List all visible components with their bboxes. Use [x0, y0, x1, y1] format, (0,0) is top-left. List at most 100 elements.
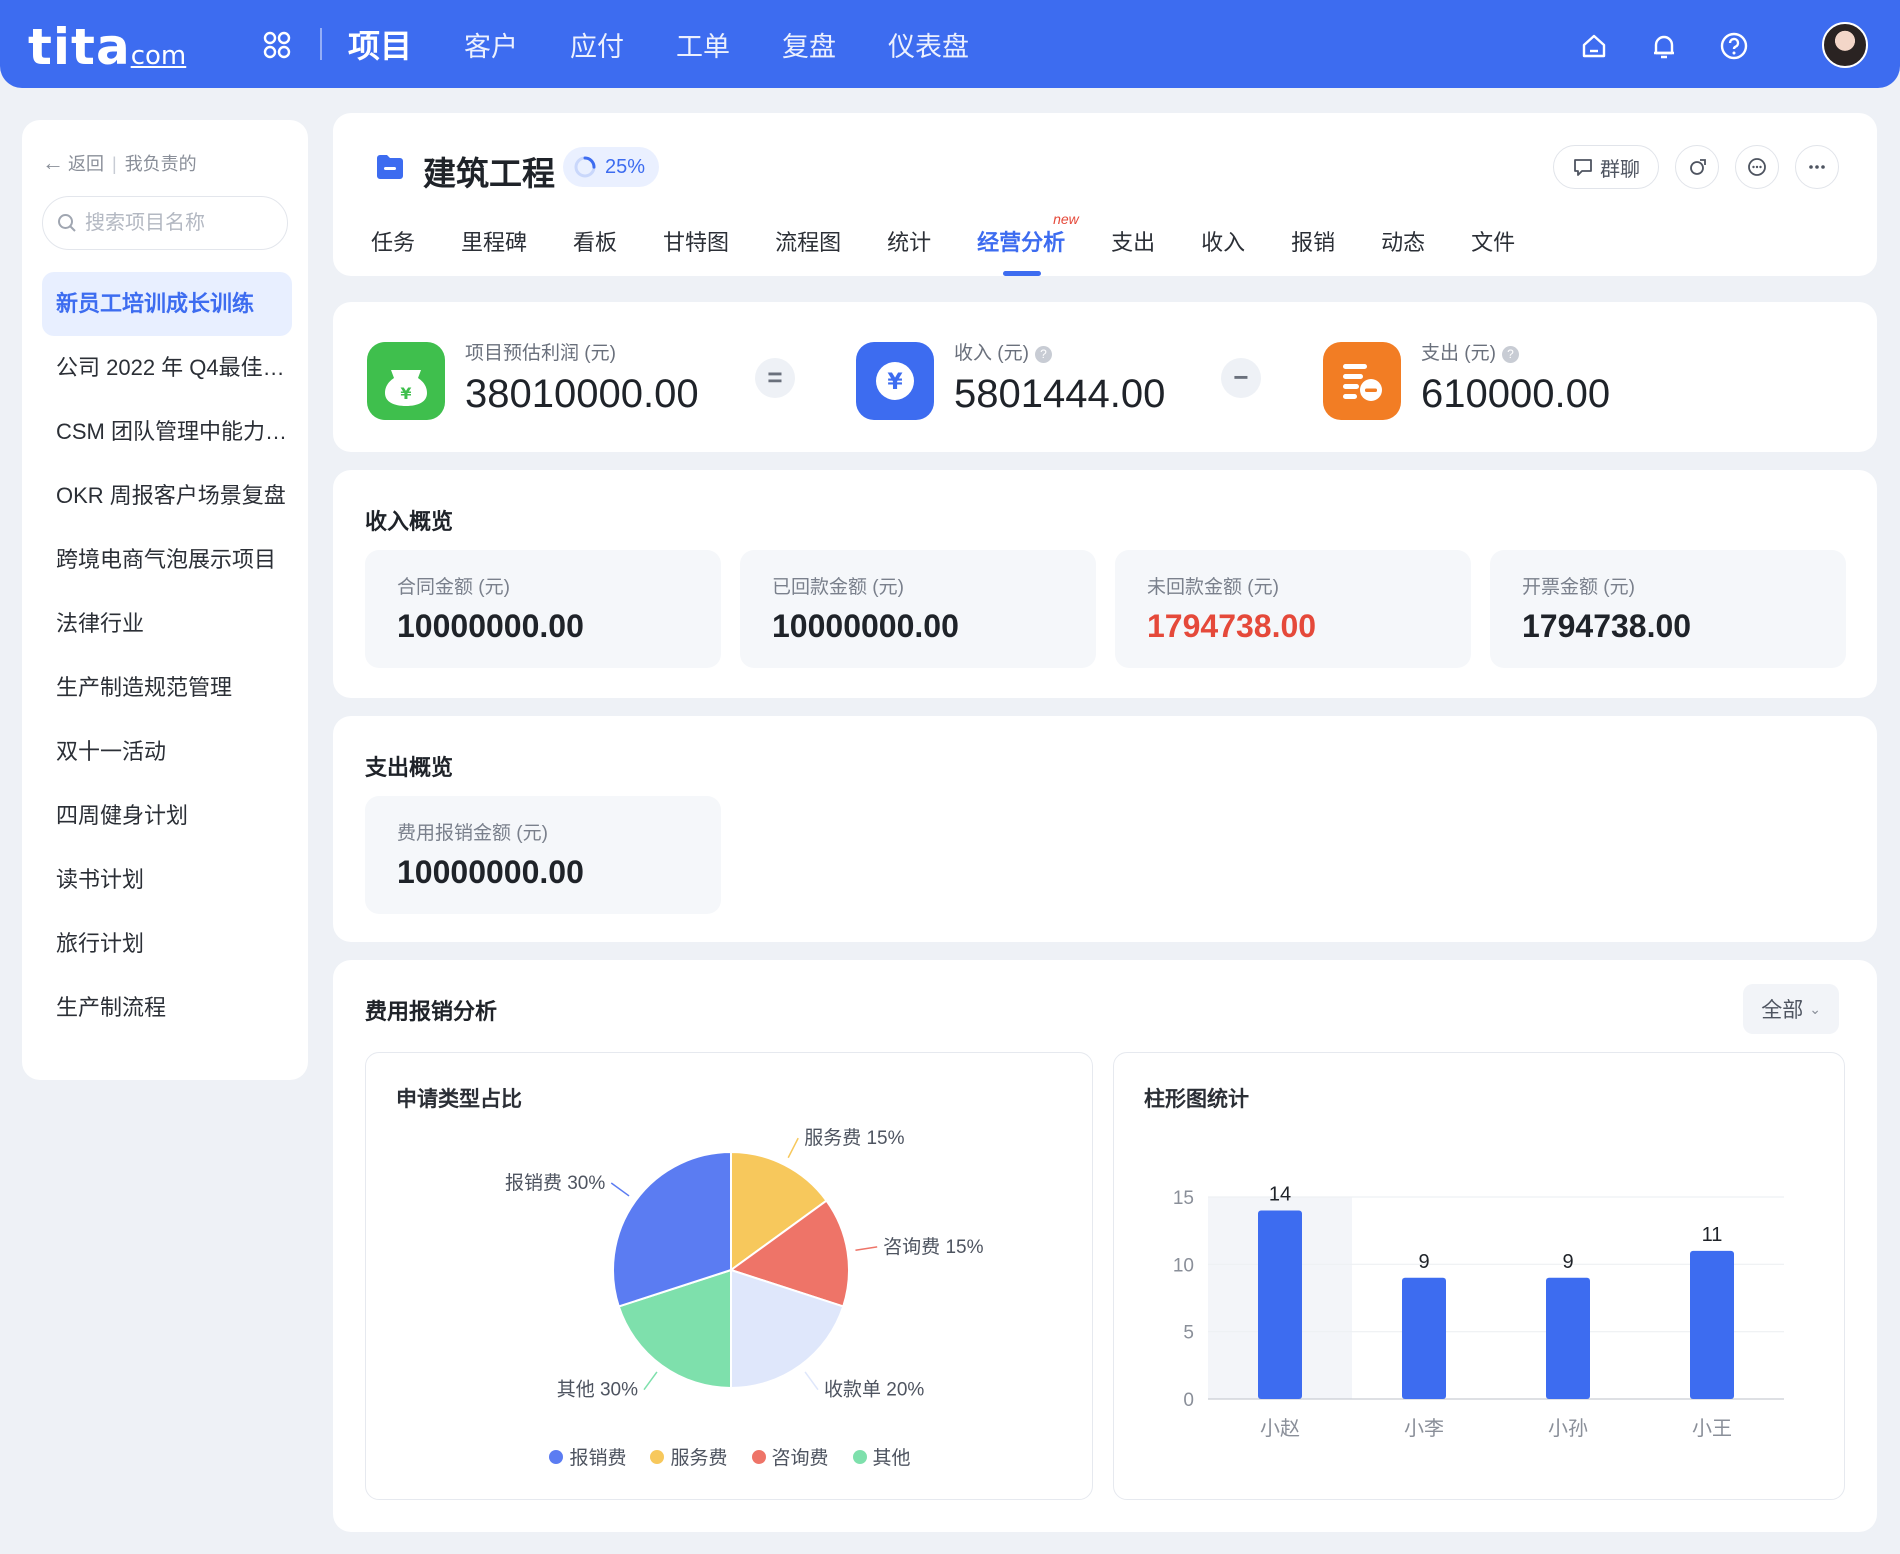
tita-logo[interactable]: titacom [28, 18, 186, 76]
bar-value-label: 14 [1269, 1183, 1291, 1205]
x-tick-label: 小孙 [1548, 1417, 1588, 1440]
pie-chart-panel: 申请类型占比 服务费 15% 咨询费 15% 收款单 20% 其他 30% 报销费 30… [365, 1052, 1093, 1500]
share-button[interactable] [1675, 145, 1719, 189]
project-list-item[interactable]: 跨境电商气泡展示项目 [42, 528, 292, 592]
bar[interactable] [1690, 1250, 1734, 1399]
bar-value-label: 11 [1702, 1224, 1723, 1246]
search-input[interactable] [85, 211, 265, 235]
tab-kanban[interactable]: 看板 [573, 225, 617, 265]
project-list-item[interactable]: 四周健身计划 [42, 784, 292, 848]
tab-statistics[interactable]: 统计 [887, 225, 931, 265]
range-filter-dropdown[interactable]: 全部 ⌄ [1743, 984, 1839, 1034]
bar[interactable] [1402, 1277, 1446, 1399]
income-label: 收入 (元)? [954, 338, 1052, 365]
project-list-item[interactable]: OKR 周报客户场景复盘 [42, 464, 292, 528]
nav-item-payable[interactable]: 应付 [570, 25, 624, 64]
back-link[interactable]: 返回 [68, 154, 104, 174]
main-nav: 项目 客户 应付 工单 复盘 仪表盘 [348, 0, 1021, 88]
project-list-item[interactable]: 读书计划 [42, 848, 292, 912]
apps-grid-icon[interactable] [262, 30, 292, 60]
nav-item-workorder[interactable]: 工单 [676, 25, 730, 64]
project-list-item[interactable]: 法律行业 [42, 592, 292, 656]
pie-chart: 服务费 15% 咨询费 15% 收款单 20% 其他 30% 报销费 30% [505, 1127, 984, 1401]
pie-slice-label: 咨询费 15% [883, 1236, 983, 1258]
y-tick-label: 0 [1183, 1390, 1194, 1411]
nav-item-dashboard[interactable]: 仪表盘 [888, 25, 969, 64]
project-list-item[interactable]: 旅行计划 [42, 912, 292, 976]
tab-activity[interactable]: 动态 [1381, 225, 1425, 265]
minus-sign: − [1221, 358, 1261, 398]
profit-summary: ¥ 项目预估利润 (元) 38010000.00 = ¥ 收入 (元)? 580… [333, 302, 1877, 452]
income-value: 5801444.00 [954, 372, 1166, 416]
expense-label: 支出 (元)? [1421, 338, 1519, 365]
tab-income[interactable]: 收入 [1201, 225, 1245, 265]
tab-files[interactable]: 文件 [1471, 225, 1515, 265]
tab-business-analysis[interactable]: 经营分析 new [977, 211, 1079, 276]
progress-ring-icon [574, 156, 596, 178]
group-chat-button[interactable]: 群聊 [1553, 145, 1659, 189]
comment-icon [1748, 158, 1766, 176]
more-button[interactable] [1795, 145, 1839, 189]
project-list-item[interactable]: 公司 2022 年 Q4最佳营销活动 [42, 336, 292, 400]
profit-label: 项目预估利润 (元) [465, 343, 616, 364]
legend-swatch [751, 1449, 766, 1464]
project-list-item[interactable]: 双十一活动 [42, 720, 292, 784]
x-tick-label: 小赵 [1260, 1417, 1300, 1440]
yuan-coin-icon: ¥ [856, 342, 934, 420]
bell-icon[interactable] [1648, 30, 1680, 62]
project-search[interactable] [42, 196, 288, 250]
nav-item-project[interactable]: 项目 [348, 21, 412, 67]
scope-filter[interactable]: 我负责的 [125, 154, 197, 174]
bar[interactable] [1546, 1277, 1590, 1399]
project-list-item[interactable]: 新员工培训成长训练 [42, 272, 292, 336]
project-list-item[interactable]: CSM 团队管理中能力建设 [42, 400, 292, 464]
y-tick-label: 15 [1173, 1188, 1194, 1209]
legend-item[interactable]: 服务费 [650, 1443, 728, 1470]
tab-gantt[interactable]: 甘特图 [663, 225, 729, 265]
legend-swatch [549, 1449, 564, 1464]
help-icon[interactable] [1718, 30, 1750, 62]
tab-milestones[interactable]: 里程碑 [461, 225, 527, 265]
money-bag-icon: ¥ [367, 342, 445, 420]
expense-value: 610000.00 [1421, 372, 1611, 416]
nav-item-customer[interactable]: 客户 [464, 25, 518, 64]
pie-label-leader [787, 1137, 799, 1159]
nav-item-review[interactable]: 复盘 [782, 25, 836, 64]
home-icon[interactable] [1578, 30, 1610, 62]
stat-reimbursement-amount: 费用报销金额 (元) 10000000.00 [365, 796, 721, 914]
project-list-item[interactable]: 生产制流程 [42, 976, 292, 1040]
chat-bubble-icon [1574, 159, 1592, 176]
project-list: 新员工培训成长训练 公司 2022 年 Q4最佳营销活动 CSM 团队管理中能力… [42, 272, 292, 1040]
chevron-down-icon: ⌄ [1809, 1000, 1821, 1017]
legend-label: 其他 [872, 1448, 911, 1469]
folder-icon [377, 155, 403, 179]
user-avatar[interactable] [1822, 22, 1868, 68]
bar-chart: 0 5 10 15 14 小赵 9 小李 9 小孙 11 小王 [1173, 1183, 1784, 1440]
bar-value-label: 9 [1562, 1251, 1573, 1273]
back-arrow-icon[interactable]: ← [42, 150, 64, 175]
expense-overview: 支出概览 费用报销金额 (元) 10000000.00 [333, 716, 1877, 942]
bar[interactable] [1258, 1210, 1302, 1399]
x-tick-label: 小李 [1404, 1417, 1444, 1440]
progress-value: 25% [605, 155, 646, 178]
tab-tasks[interactable]: 任务 [371, 225, 415, 265]
svg-text:¥: ¥ [887, 370, 903, 395]
bar-value-label: 9 [1418, 1251, 1429, 1273]
new-badge: new [1053, 211, 1079, 227]
legend-item[interactable]: 其他 [852, 1443, 911, 1470]
project-tabs: 任务 里程碑 看板 甘特图 流程图 统计 经营分析 new 支出 收入 报销 动态… [371, 211, 1561, 276]
help-icon[interactable]: ? [1501, 346, 1519, 363]
help-icon[interactable]: ? [1034, 346, 1052, 363]
project-list-item[interactable]: 生产制造规范管理 [42, 656, 292, 720]
legend-item[interactable]: 报销费 [549, 1443, 626, 1470]
stat-received-amount: 已回款金额 (元) 10000000.00 [740, 550, 1096, 668]
section-title: 收入概览 [365, 509, 454, 534]
legend-swatch [650, 1449, 665, 1464]
comment-button[interactable] [1735, 145, 1779, 189]
legend-item[interactable]: 咨询费 [751, 1443, 829, 1470]
tab-reimbursement[interactable]: 报销 [1291, 225, 1335, 265]
tab-expenses[interactable]: 支出 [1111, 225, 1155, 265]
share-icon [1690, 159, 1706, 175]
section-title: 支出概览 [365, 755, 454, 780]
tab-flowchart[interactable]: 流程图 [775, 225, 841, 265]
